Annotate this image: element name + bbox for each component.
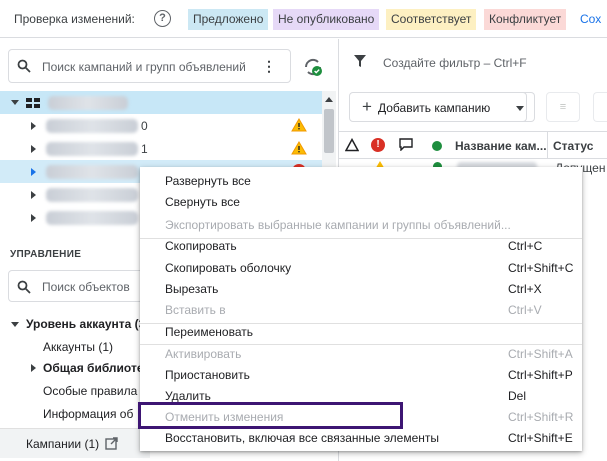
- menu-item-label: Вставить в: [165, 303, 226, 317]
- campaign-name-redacted: [46, 119, 138, 133]
- save-link[interactable]: Сох: [580, 12, 601, 26]
- menu-item-label: Развернуть все: [165, 174, 251, 188]
- menu-item-paste: Вставить в Ctrl+V: [140, 300, 582, 321]
- tree-row-account[interactable]: [0, 91, 322, 114]
- plus-icon: +: [362, 97, 372, 116]
- chevron-down-icon: [516, 106, 524, 111]
- scroll-thumb[interactable]: [324, 109, 334, 153]
- expand-icon[interactable]: [31, 122, 36, 130]
- menu-item-shortcut: Ctrl+Shift+R: [508, 410, 574, 424]
- chip-matches[interactable]: Соответствует: [386, 9, 477, 30]
- account-level-item[interactable]: Уровень аккаунта (3: [26, 317, 145, 331]
- grid-icon: [26, 98, 40, 108]
- menu-item-shortcut: Ctrl+Shift+E: [508, 431, 573, 445]
- highlight-annotation: [138, 402, 403, 429]
- campaigns-label: Кампании (1): [26, 437, 100, 451]
- warning-icon: [291, 118, 307, 132]
- menu-item-label: Вырезать: [165, 282, 219, 296]
- menu-item-shortcut: Ctrl+Shift+A: [508, 347, 573, 361]
- help-icon[interactable]: ?: [154, 10, 171, 27]
- column-name[interactable]: Название кам...: [455, 139, 547, 153]
- menu-item-pause[interactable]: Приостановить Ctrl+Shift+P: [140, 365, 582, 386]
- search-icon: [17, 59, 31, 73]
- menu-item-label: Приостановить: [165, 368, 250, 382]
- menu-item-label: Переименовать: [165, 325, 253, 339]
- review-changes-title: Проверка изменений:: [14, 12, 135, 26]
- account-name-redacted: [48, 96, 128, 110]
- warning-icon: [291, 141, 307, 155]
- campaign-search-input[interactable]: Поиск кампаний и групп объявлений ⋮: [8, 49, 291, 83]
- menu-item-label: Свернуть все: [165, 195, 240, 209]
- expand-icon[interactable]: [31, 145, 36, 153]
- menu-item-activate: Активировать Ctrl+Shift+A: [140, 344, 582, 365]
- add-campaign-dropdown[interactable]: [507, 92, 535, 122]
- menu-item-cut[interactable]: Вырезать Ctrl+X: [140, 279, 582, 300]
- tree-row-campaign[interactable]: 1: [0, 137, 322, 160]
- kebab-icon[interactable]: ⋮: [262, 58, 276, 74]
- status-column-icon[interactable]: [432, 141, 442, 151]
- menu-item-rename[interactable]: Переименовать: [140, 322, 582, 343]
- menu-item-label: Экспортировать выбранные кампании и груп…: [165, 218, 511, 232]
- menu-item-label: Восстановить, включая все связанные элем…: [165, 431, 440, 445]
- error-column-icon[interactable]: !: [371, 138, 385, 152]
- external-link-icon[interactable]: [105, 437, 118, 450]
- campaign-name-suffix: 1: [141, 142, 148, 156]
- scroll-up-icon[interactable]: [325, 97, 333, 102]
- sync-icon[interactable]: [302, 56, 324, 78]
- chip-proposed[interactable]: Предложено: [188, 9, 269, 30]
- warning-column-icon[interactable]: [345, 138, 359, 152]
- menu-item-copy[interactable]: Скопировать Ctrl+C: [140, 236, 582, 257]
- menu-item-export: Экспортировать выбранные кампании и груп…: [140, 215, 582, 236]
- filter-icon[interactable]: [353, 54, 367, 68]
- menu-item-shortcut: Ctrl+X: [508, 282, 542, 296]
- menu-item-shortcut: Ctrl+C: [508, 239, 543, 253]
- menu-item-label: Удалить: [165, 389, 211, 403]
- menu-item-copy-shell[interactable]: Скопировать оболочку Ctrl+Shift+C: [140, 258, 582, 279]
- edit-button[interactable]: ≡: [546, 92, 580, 122]
- menu-item-shortcut: Del: [508, 389, 527, 403]
- expand-icon[interactable]: [31, 191, 36, 199]
- campaigns-row[interactable]: Кампании (1): [0, 428, 150, 458]
- campaign-name-redacted: [46, 165, 138, 179]
- campaign-name-redacted: [46, 211, 138, 225]
- filter-input[interactable]: Создайте фильтр – Ctrl+F: [383, 56, 527, 70]
- menu-item-shortcut: Ctrl+V: [508, 303, 542, 317]
- expand-icon[interactable]: [31, 168, 36, 176]
- management-item[interactable]: Аккаунты (1): [43, 340, 113, 354]
- menu-item-label: Скопировать оболочку: [165, 261, 292, 275]
- object-search-input[interactable]: Поиск объектов: [8, 270, 148, 302]
- menu-item-shortcut: Ctrl+Shift+C: [508, 261, 574, 275]
- campaign-name-suffix: 0: [141, 119, 148, 133]
- chip-conflict[interactable]: Конфликтует: [484, 9, 567, 30]
- management-title: УПРАВЛЕНИЕ: [10, 249, 82, 260]
- management-item[interactable]: Особые правила (: [43, 384, 145, 398]
- chip-unpublished[interactable]: Не опубликовано: [273, 9, 380, 30]
- management-item[interactable]: Общая библиотек: [43, 361, 150, 375]
- collapse-icon[interactable]: [11, 322, 19, 327]
- collapse-icon[interactable]: [11, 100, 19, 105]
- expand-icon[interactable]: [31, 214, 36, 222]
- comment-icon[interactable]: [399, 138, 413, 151]
- campaign-name-redacted: [46, 188, 138, 202]
- table-header: ! Название кам... Статус: [339, 131, 607, 159]
- menu-item-restore-all[interactable]: Восстановить, включая все связанные элем…: [140, 428, 582, 449]
- search-placeholder: Поиск объектов: [42, 280, 130, 294]
- search-placeholder: Поиск кампаний и групп объявлений: [42, 60, 246, 74]
- tree-row-campaign[interactable]: 0: [0, 114, 322, 137]
- column-status[interactable]: Статус: [553, 139, 593, 153]
- more-button[interactable]: [593, 92, 607, 122]
- add-campaign-label: Добавить кампанию: [378, 101, 491, 115]
- menu-item-label: Активировать: [165, 347, 242, 361]
- search-icon: [17, 280, 31, 294]
- expand-icon[interactable]: [31, 364, 36, 372]
- menu-item-label: Скопировать: [165, 239, 237, 253]
- management-item[interactable]: Информация об: [43, 407, 133, 421]
- menu-item-collapse-all[interactable]: Свернуть все: [140, 192, 582, 213]
- menu-item-shortcut: Ctrl+Shift+P: [508, 368, 573, 382]
- add-campaign-button[interactable]: + Добавить кампанию: [349, 92, 527, 122]
- campaign-name-redacted: [46, 142, 138, 156]
- review-changes-bar: Проверка изменений: ? Предложено Не опуб…: [0, 0, 607, 38]
- menu-item-expand-all[interactable]: Развернуть все: [140, 171, 582, 192]
- column-divider[interactable]: [547, 132, 548, 158]
